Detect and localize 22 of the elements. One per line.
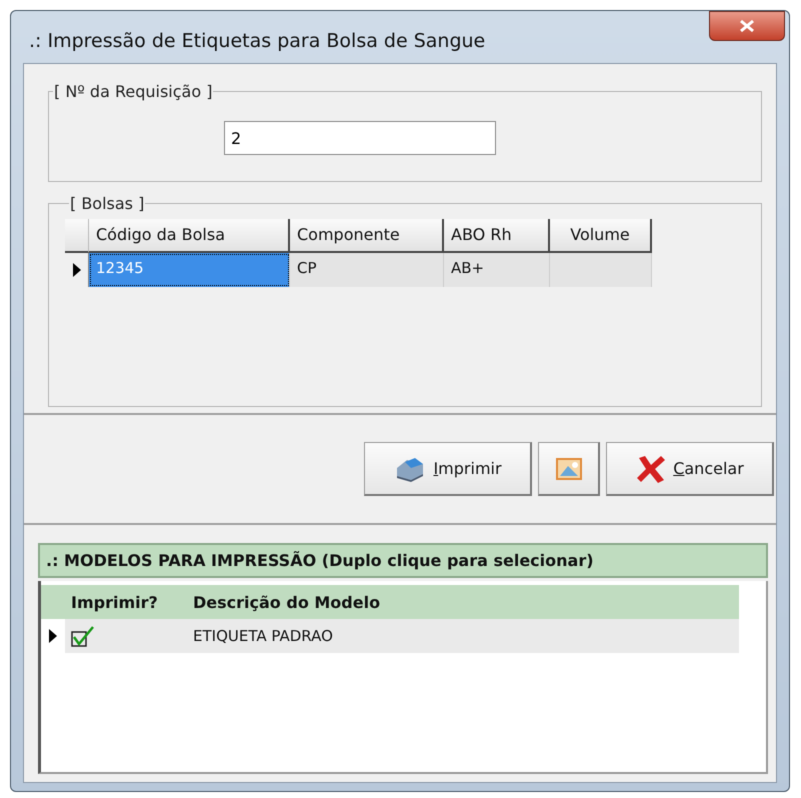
column-header[interactable]: Descrição do Modelo (189, 585, 739, 619)
close-icon (635, 454, 668, 484)
column-header[interactable]: Volume (550, 219, 652, 253)
column-header[interactable]: Componente (290, 219, 444, 253)
table-cell[interactable] (550, 253, 652, 287)
checkbox[interactable] (71, 625, 95, 647)
close-icon (738, 19, 756, 33)
header-cell (65, 219, 89, 253)
group-label: [ Nº da Requisição ] (53, 82, 214, 101)
image-button[interactable] (538, 442, 600, 496)
window-title: .: Impressão de Etiquetas para Bolsa de Sangue (28, 30, 486, 52)
table-cell[interactable]: CP (290, 253, 444, 287)
table-cell[interactable]: AB+ (444, 253, 550, 287)
close-button[interactable] (709, 11, 785, 41)
cancel-button[interactable]: Cancelar (606, 442, 774, 496)
input-field[interactable]: 2 (224, 121, 496, 155)
column-header[interactable]: ABO Rh (444, 219, 550, 253)
section-header: .: MODELOS PARA IMPRESSÃO (Duplo clique para selecionar) (38, 543, 768, 578)
column-header[interactable]: Imprimir? (65, 585, 189, 619)
print-button[interactable]: Imprimir (364, 442, 532, 496)
group-label: [ Bolsas ] (69, 194, 146, 213)
column-header[interactable]: Código da Bolsa (89, 219, 290, 253)
